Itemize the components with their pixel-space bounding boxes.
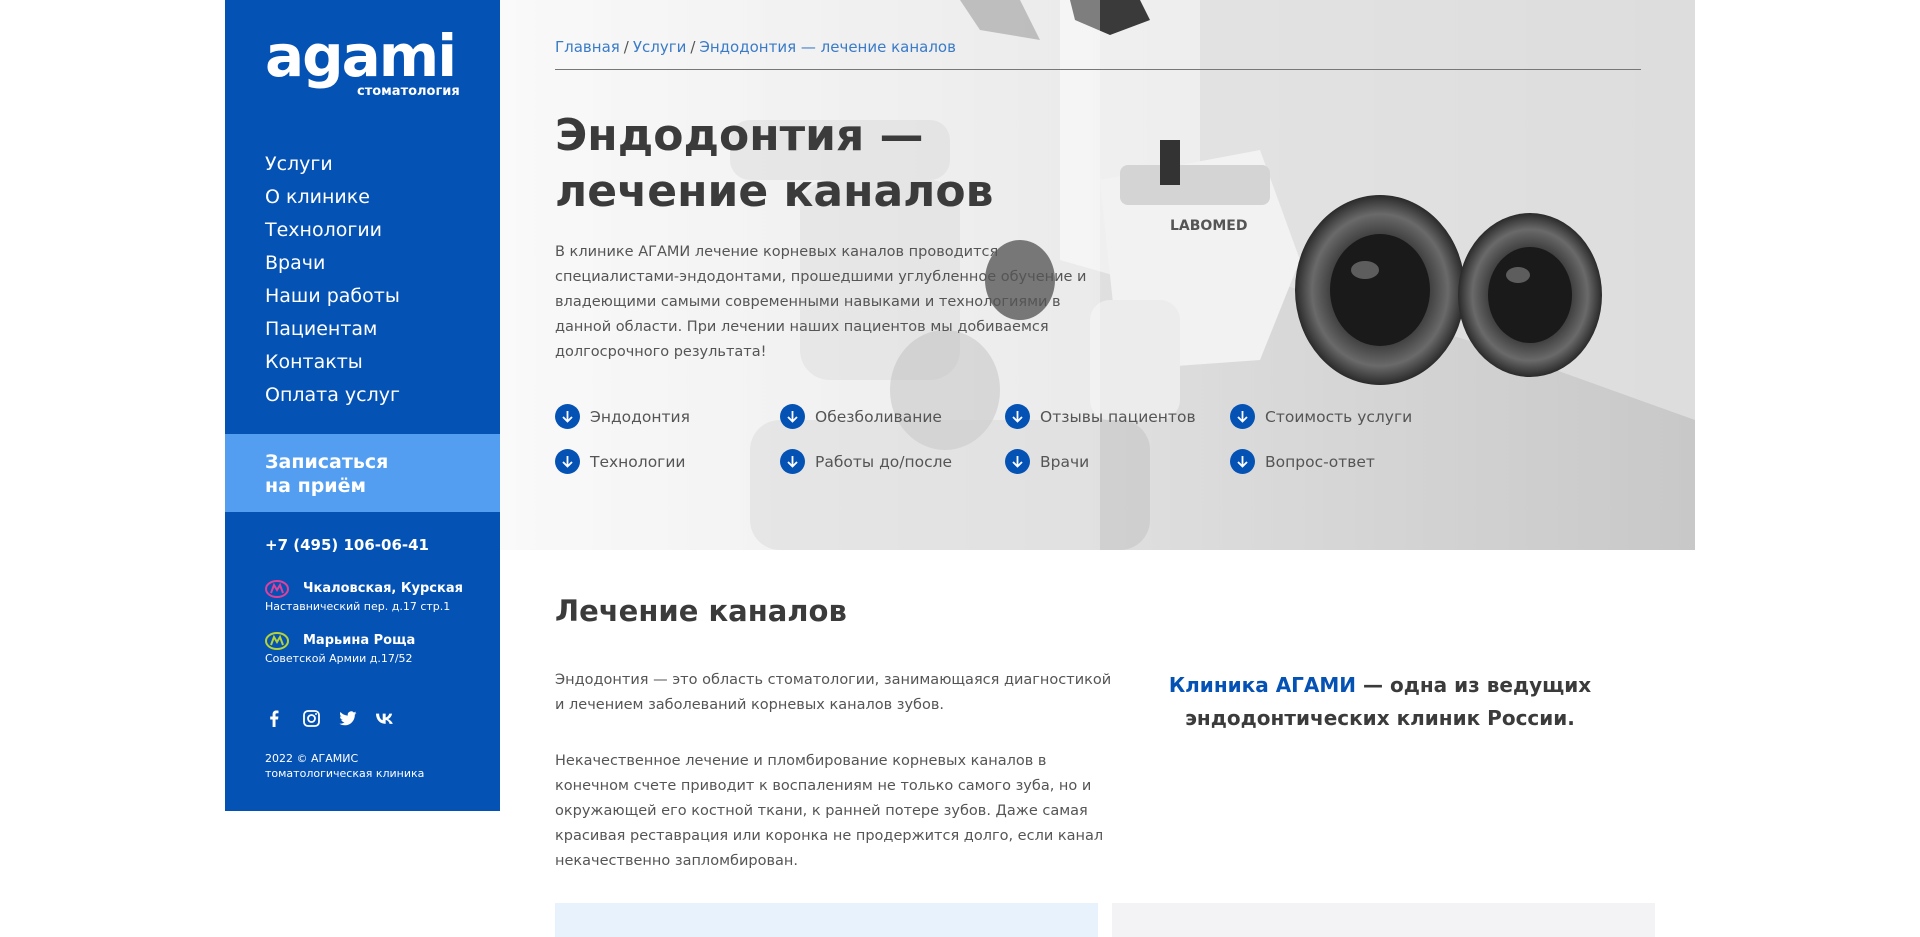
- anchor-label: Работы до/после: [815, 452, 953, 471]
- section-heading: Лечение каналов: [555, 594, 847, 628]
- arrow-down-icon: [1230, 449, 1255, 474]
- anchor-label: Обезболивание: [815, 407, 942, 426]
- nav-item-technologies[interactable]: Технологии: [265, 214, 400, 247]
- nav-item-about[interactable]: О клинике: [265, 181, 400, 214]
- metro-address: Наставнический пер. д.17 стр.1: [265, 600, 451, 613]
- breadcrumb-separator: /: [690, 38, 696, 56]
- cta-line-2: на приём: [265, 475, 367, 497]
- logo-wordmark: agami: [265, 22, 457, 90]
- metro-location-1[interactable]: Чкаловская, Курская Наставнический пер. …: [265, 580, 463, 613]
- arrow-down-icon: [780, 404, 805, 429]
- phone-link[interactable]: +7 (495) 106-06-41: [265, 536, 429, 554]
- arrow-down-icon: [555, 404, 580, 429]
- metro-icon: [265, 580, 289, 598]
- arrow-down-icon: [780, 449, 805, 474]
- anchor-label: Вопрос-ответ: [1265, 452, 1375, 471]
- book-appointment-button[interactable]: Записаться на приём: [225, 434, 500, 512]
- anchor-link-reviews[interactable]: Отзывы пациентов: [1005, 404, 1230, 429]
- anchor-label: Отзывы пациентов: [1040, 407, 1196, 426]
- info-card-gray: [1112, 903, 1655, 937]
- anchor-link-endodontics[interactable]: Эндодонтия: [555, 404, 780, 429]
- anchor-link-before-after[interactable]: Работы до/после: [780, 449, 1005, 474]
- anchor-link-faq[interactable]: Вопрос-ответ: [1230, 449, 1455, 474]
- page-title: Эндодонтия — лечение каналов: [555, 108, 1155, 220]
- anchor-label: Стоимость услуги: [1265, 407, 1413, 426]
- metro-icon: [265, 632, 289, 650]
- facebook-icon[interactable]: [265, 709, 283, 727]
- breadcrumb-home[interactable]: Главная: [555, 38, 620, 56]
- page-title-line-1: Эндодонтия —: [555, 110, 924, 161]
- anchor-label: Эндодонтия: [590, 407, 690, 426]
- cta-line-1: Записаться: [265, 451, 389, 473]
- nav-item-services[interactable]: Услуги: [265, 148, 400, 181]
- paragraph-consequences: Некачественное лечение и пломбирование к…: [555, 753, 1104, 869]
- nav-item-patients[interactable]: Пациентам: [265, 313, 400, 346]
- page: agami стоматология Услуги О клинике Техн…: [0, 0, 1920, 937]
- paragraph-definition: Эндодонтия — это область стоматологии, з…: [555, 672, 1112, 713]
- arrow-down-icon: [1005, 404, 1030, 429]
- highlight-quote: Клиника АГАМИ — одна из ведущих эндодонт…: [1150, 669, 1610, 735]
- nav-item-payment[interactable]: Оплата услуг: [265, 379, 400, 412]
- nav-item-doctors[interactable]: Врачи: [265, 247, 400, 280]
- logo-subtitle: стоматология: [357, 84, 460, 99]
- breadcrumb-services[interactable]: Услуги: [633, 38, 686, 56]
- anchor-label: Технологии: [590, 452, 686, 471]
- breadcrumb: Главная / Услуги / Эндодонтия — лечение кана…: [555, 38, 956, 56]
- arrow-down-icon: [1005, 449, 1030, 474]
- page-title-line-2: лечение каналов: [555, 166, 994, 217]
- logo[interactable]: agami стоматология: [265, 22, 460, 99]
- hero-banner: LABOMED Главная / Услуги / Эндодонтия — лече…: [500, 0, 1695, 550]
- breadcrumb-current[interactable]: Эндодонтия — лечение каналов: [699, 38, 956, 56]
- hero-lead-text: В клинике АГАМИ лечение корневых каналов…: [555, 244, 1087, 360]
- clinic-link[interactable]: Клиника АГАМИ: [1169, 673, 1356, 697]
- nav-item-works[interactable]: Наши работы: [265, 280, 400, 313]
- info-card-blue: [555, 903, 1098, 937]
- arrow-down-icon: [555, 449, 580, 474]
- metro-station-name: Чкаловская, Курская: [303, 581, 463, 596]
- copyright: 2022 © АГАМИС томатологическая клиника: [265, 752, 425, 780]
- breadcrumb-divider: [555, 69, 1641, 70]
- metro-address: Советской Армии д.17/52: [265, 652, 413, 665]
- anchor-link-price[interactable]: Стоимость услуги: [1230, 404, 1455, 429]
- arrow-down-icon: [1230, 404, 1255, 429]
- breadcrumb-separator: /: [623, 38, 629, 56]
- main-nav: Услуги О клинике Технологии Врачи Наши р…: [265, 148, 400, 412]
- nav-item-contacts[interactable]: Контакты: [265, 346, 400, 379]
- anchor-label: Врачи: [1040, 452, 1090, 471]
- anchor-link-doctors[interactable]: Врачи: [1005, 449, 1230, 474]
- anchor-link-technologies[interactable]: Технологии: [555, 449, 780, 474]
- metro-station-name: Марьина Роща: [303, 633, 416, 648]
- vk-icon[interactable]: [376, 709, 394, 727]
- sidebar: agami стоматология Услуги О клинике Техн…: [225, 0, 500, 811]
- instagram-icon[interactable]: [302, 709, 320, 727]
- social-links: [265, 709, 394, 727]
- microscope-brand-label: LABOMED: [1170, 218, 1247, 234]
- twitter-icon[interactable]: [339, 709, 357, 727]
- anchor-link-anesthesia[interactable]: Обезболивание: [780, 404, 1005, 429]
- metro-location-2[interactable]: Марьина Роща Советской Армии д.17/52: [265, 632, 415, 665]
- anchor-links: Эндодонтия Обезболивание Отзывы пациенто…: [555, 404, 1455, 474]
